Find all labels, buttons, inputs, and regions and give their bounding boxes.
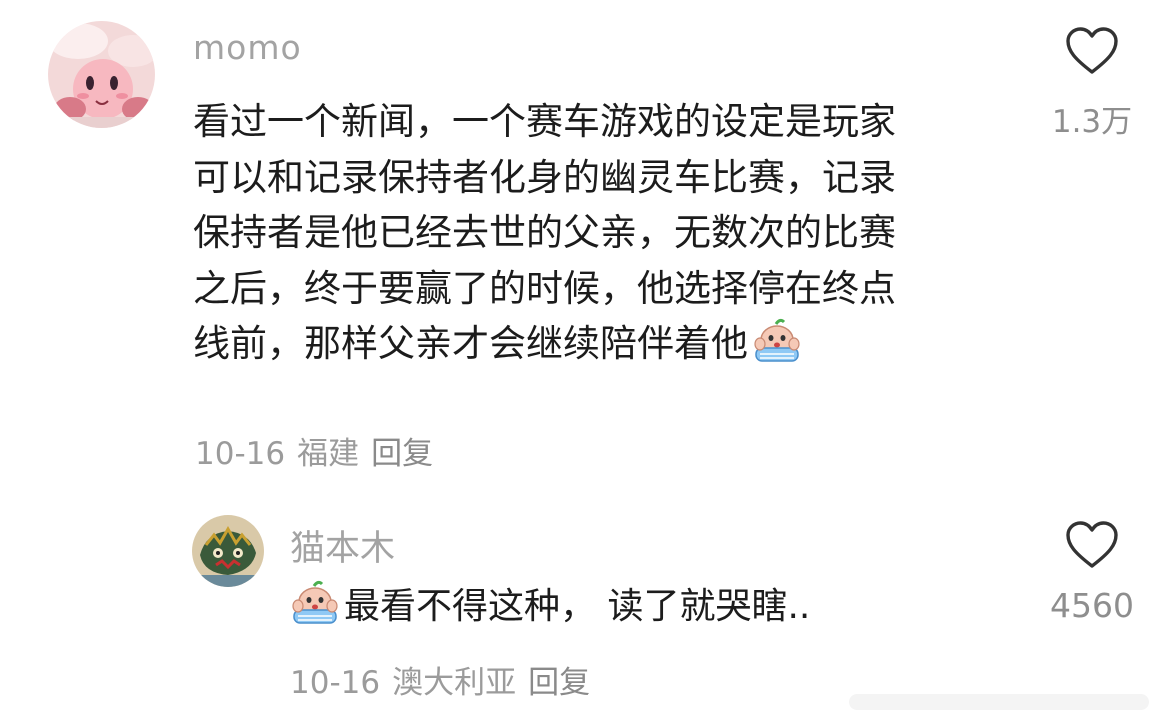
username[interactable]: 猫本木 — [290, 520, 395, 571]
comment-meta: 10-16 澳大利亚 回复 — [290, 657, 602, 702]
like-count: 4560 — [1050, 586, 1134, 625]
comment-line: 保持者是他已经去世的父亲，无数次的比赛 — [193, 211, 896, 254]
avatar[interactable] — [192, 515, 264, 587]
username[interactable]: momo — [193, 28, 302, 67]
comment-date: 10-16 — [290, 665, 381, 701]
comment-line: 看过一个新闻，一个赛车游戏的设定是玩家 — [193, 100, 896, 143]
comment-line: 可以和记录保持者化身的幽灵车比赛，记录 — [193, 155, 896, 199]
heart-outline-icon — [1066, 521, 1118, 568]
avatar[interactable] — [48, 21, 155, 128]
comment-line-last: 线前，那样父亲才会继续陪伴着他 — [193, 316, 896, 380]
crying-face-emoji — [288, 580, 342, 641]
reply-button[interactable]: 回复 — [371, 436, 433, 472]
comment-line: 之后，终于要赢了的时候，他选择停在终点 — [193, 266, 896, 310]
comment-location: 福建 — [297, 436, 360, 472]
comment-text: 最看不得这种， 读了就哭瞎.. — [288, 580, 810, 641]
comment-date: 10-16 — [195, 436, 286, 472]
crying-face-emoji — [750, 318, 804, 380]
reply-button[interactable]: 回复 — [528, 665, 590, 701]
watermark — [849, 690, 1149, 712]
comment-text: 看过一个新闻，一个赛车游戏的设定是玩家 可以和记录保持者化身的幽灵车比赛，记录 … — [193, 94, 896, 380]
comment-location: 澳大利亚 — [392, 665, 517, 701]
heart-outline-icon — [1066, 27, 1118, 74]
comment-meta: 10-16 福建 回复 — [195, 428, 445, 473]
like-button[interactable]: 1.3万 — [1040, 26, 1144, 141]
like-count: 1.3万 — [1051, 104, 1133, 140]
like-button[interactable]: 4560 — [1040, 520, 1144, 625]
comment-line: 线前，那样父亲才会继续陪伴着他 — [193, 322, 748, 365]
comment-line: 最看不得这种， 读了就哭瞎.. — [344, 586, 811, 627]
